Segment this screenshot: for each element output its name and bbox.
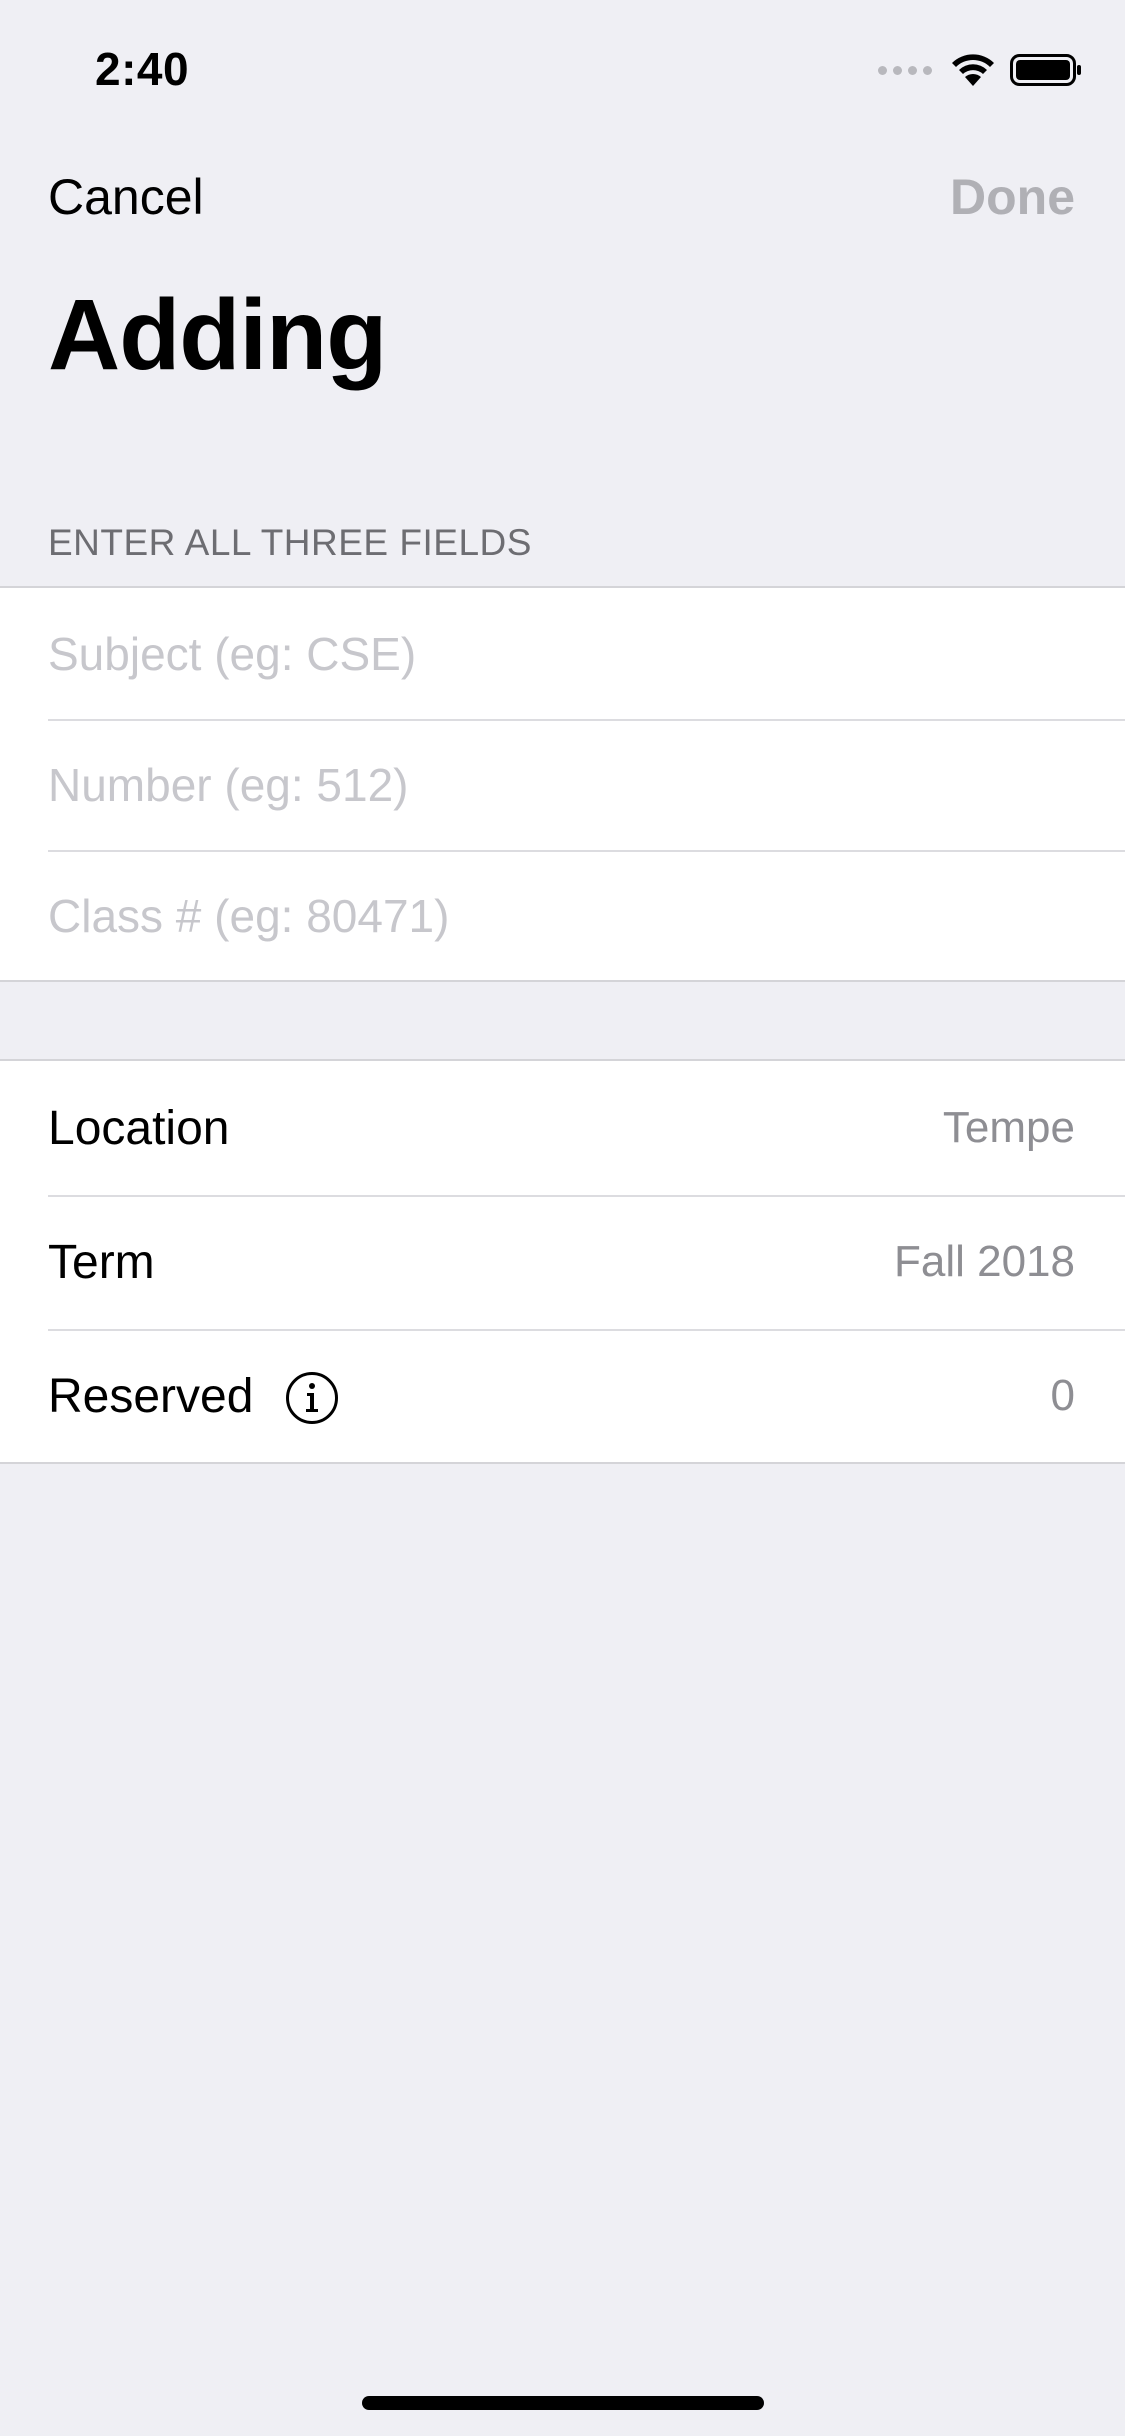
location-label: Location [48, 1101, 230, 1155]
info-icon[interactable] [285, 1371, 339, 1425]
section-header: ENTER ALL THREE FIELDS [48, 522, 532, 563]
cellular-signal-icon [878, 65, 932, 75]
reserved-row[interactable]: Reserved 0 [0, 1329, 1125, 1463]
reserved-label: Reserved [48, 1369, 254, 1423]
course-fields-group [0, 586, 1125, 982]
class-number-input[interactable] [48, 850, 1078, 981]
term-label: Term [48, 1235, 155, 1289]
subject-input[interactable] [48, 588, 1078, 719]
details-group: Location Tempe Term Fall 2018 Reserved 0 [0, 1059, 1125, 1464]
term-value: Fall 2018 [893, 1237, 1075, 1286]
status-indicators [878, 50, 1082, 90]
term-row[interactable]: Term Fall 2018 [0, 1195, 1125, 1329]
cancel-button[interactable]: Cancel [48, 168, 204, 226]
number-input[interactable] [48, 719, 1078, 850]
wifi-icon [952, 54, 994, 86]
class-number-row [0, 850, 1125, 981]
battery-icon [1010, 54, 1081, 86]
location-value: Tempe [942, 1103, 1075, 1152]
location-row[interactable]: Location Tempe [0, 1061, 1125, 1195]
reserved-value: 0 [1050, 1371, 1075, 1420]
status-time: 2:40 [95, 43, 190, 95]
home-indicator[interactable] [362, 2396, 764, 2410]
screen: 2:40 Cancel Done Adding ENTER ALL THREE … [0, 0, 1125, 2436]
page-title: Adding [48, 279, 387, 391]
subject-row [0, 588, 1125, 719]
done-button[interactable]: Done [950, 168, 1075, 226]
status-bar: 2:40 [0, 0, 1125, 132]
number-row [0, 719, 1125, 850]
